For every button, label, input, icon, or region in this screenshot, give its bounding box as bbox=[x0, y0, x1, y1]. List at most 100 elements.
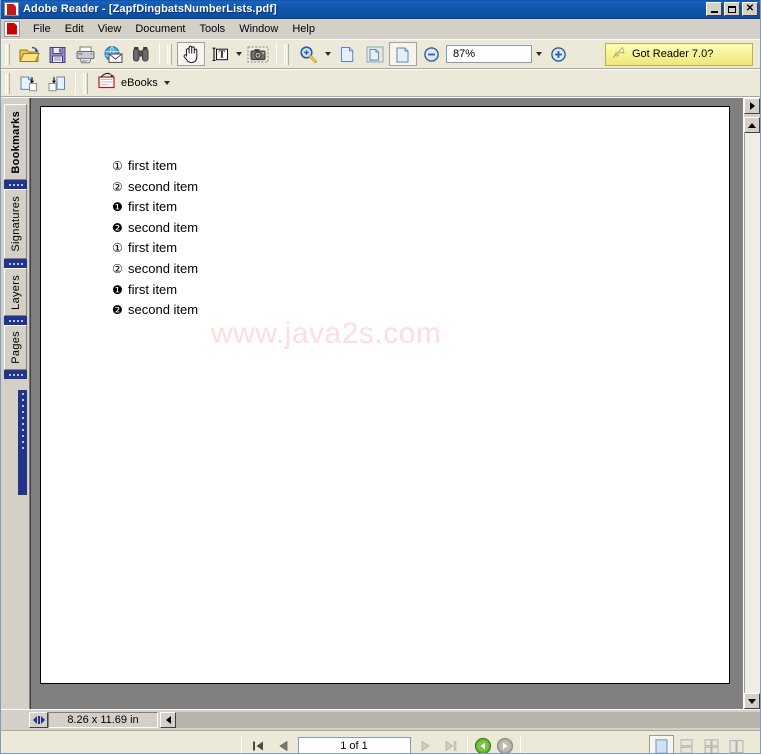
go-back-icon[interactable] bbox=[472, 735, 494, 753]
select-text-dropdown-arrow-icon[interactable] bbox=[233, 43, 244, 65]
sidebar-tab-bookmarks[interactable]: Bookmarks bbox=[4, 104, 27, 180]
list-item: ① first item bbox=[112, 158, 198, 179]
list-item-text: second item bbox=[128, 178, 199, 194]
bottom-navigation-bar: 1 of 1 bbox=[1, 730, 760, 753]
window-title: Adobe Reader - [ZapfDingbatsNumberLists.… bbox=[23, 3, 277, 15]
list-item-text: second item bbox=[128, 302, 199, 318]
sidebar-tab-layers-grip[interactable] bbox=[4, 316, 27, 325]
arrow-cursor-icon bbox=[611, 45, 626, 63]
sidebar-tab-signatures[interactable]: Signatures bbox=[4, 189, 27, 259]
ebooks-button[interactable]: eBooks bbox=[93, 71, 177, 95]
actual-size-icon[interactable] bbox=[333, 42, 361, 66]
watermark: www.java2s.com bbox=[211, 317, 442, 350]
scroll-left-icon[interactable] bbox=[160, 712, 176, 728]
got-reader-label: Got Reader 7.0? bbox=[632, 48, 714, 60]
hand-tool-icon[interactable] bbox=[177, 42, 205, 66]
list-bullet: ① bbox=[112, 159, 123, 173]
toolbar-grip[interactable] bbox=[5, 43, 12, 65]
resize-grip-icon[interactable] bbox=[29, 712, 48, 728]
last-page-icon[interactable] bbox=[438, 735, 463, 753]
list-item-text: second item bbox=[128, 260, 199, 276]
list-item-text: first item bbox=[128, 199, 178, 215]
list-bullet: ❶ bbox=[112, 282, 123, 297]
sidebar-tab-bookmarks-grip[interactable] bbox=[4, 180, 27, 189]
list-item: ② second item bbox=[112, 261, 198, 282]
open-file-icon[interactable] bbox=[15, 42, 43, 66]
list-item: ❷ second item bbox=[112, 220, 198, 241]
menu-item-help[interactable]: Help bbox=[285, 21, 322, 37]
close-button[interactable]: ✕ bbox=[742, 2, 758, 16]
zoom-in-icon[interactable] bbox=[544, 42, 572, 66]
next-view-icon[interactable] bbox=[43, 71, 71, 95]
ebooks-dropdown-arrow-icon[interactable] bbox=[162, 72, 173, 94]
fit-width-icon[interactable] bbox=[389, 42, 417, 66]
email-icon[interactable] bbox=[99, 42, 127, 66]
page-layout-group bbox=[647, 734, 751, 753]
zoom-out-icon[interactable] bbox=[417, 42, 445, 66]
zoom-dropdown-arrow-icon[interactable] bbox=[322, 43, 333, 65]
list-item-text: second item bbox=[128, 219, 199, 235]
document-viewport[interactable]: ① first item ② second item ❶ first item … bbox=[30, 98, 743, 709]
menu-item-tools[interactable]: Tools bbox=[193, 21, 233, 37]
select-text-icon[interactable]: T bbox=[205, 42, 233, 66]
previous-view-icon[interactable] bbox=[15, 71, 43, 95]
status-bar: 8.26 x 11.69 in bbox=[1, 709, 760, 730]
horizontal-scrollbar-track[interactable] bbox=[176, 712, 760, 728]
toolbar-separator bbox=[75, 72, 76, 94]
got-reader-promo-button[interactable]: Got Reader 7.0? bbox=[605, 42, 753, 66]
menu-item-edit[interactable]: Edit bbox=[58, 21, 91, 37]
main-content-area: Bookmarks Signatures Layers Pages ① firs… bbox=[1, 97, 760, 709]
sidebar-splitter[interactable] bbox=[18, 390, 27, 495]
go-forward-icon[interactable] bbox=[494, 735, 516, 753]
zoom-in-magnifier-icon[interactable] bbox=[294, 42, 322, 66]
sidebar-tab-pages[interactable]: Pages bbox=[4, 325, 27, 370]
zoom-level-dropdown-arrow-icon[interactable] bbox=[533, 43, 544, 65]
print-icon[interactable] bbox=[71, 42, 99, 66]
page-number-input[interactable]: 1 of 1 bbox=[297, 737, 411, 753]
sidebar-tab-signatures-grip[interactable] bbox=[4, 259, 27, 268]
list-item-text: first item bbox=[128, 240, 178, 256]
vertical-scrollbar-column bbox=[743, 98, 760, 709]
maximize-button[interactable] bbox=[724, 2, 740, 16]
zoom-level-input[interactable]: 87% bbox=[446, 45, 532, 63]
menu-item-window[interactable]: Window bbox=[232, 21, 285, 37]
previous-page-icon[interactable] bbox=[271, 735, 296, 753]
zoom-control: 87% bbox=[417, 42, 572, 66]
minimize-button[interactable] bbox=[706, 2, 722, 16]
sidebar-tab-signatures-label: Signatures bbox=[9, 196, 22, 252]
sidebar-tab-pages-grip[interactable] bbox=[4, 370, 27, 379]
menu-item-document[interactable]: Document bbox=[128, 21, 192, 37]
menu-item-view[interactable]: View bbox=[91, 21, 129, 37]
page-size-label: 8.26 x 11.69 in bbox=[48, 712, 158, 728]
snapshot-camera-icon[interactable] bbox=[244, 42, 272, 66]
scroll-up-icon[interactable] bbox=[744, 117, 760, 133]
sidebar-tab-layers[interactable]: Layers bbox=[4, 268, 27, 316]
toolbar-separator bbox=[276, 43, 277, 65]
continuous-layout-icon[interactable] bbox=[674, 735, 699, 753]
menu-item-file[interactable]: File bbox=[26, 21, 58, 37]
save-file-icon[interactable] bbox=[43, 42, 71, 66]
list-bullet: ❷ bbox=[112, 220, 123, 235]
expand-right-icon[interactable] bbox=[744, 98, 760, 114]
continuous-facing-layout-icon[interactable] bbox=[724, 735, 749, 753]
list-item: ① first item bbox=[112, 240, 198, 261]
scroll-down-icon[interactable] bbox=[744, 693, 760, 709]
single-page-layout-icon[interactable] bbox=[649, 735, 674, 753]
ebooks-label: eBooks bbox=[121, 77, 158, 89]
search-binoculars-icon[interactable] bbox=[127, 42, 155, 66]
toolbar-grip[interactable] bbox=[167, 43, 174, 65]
facing-layout-icon[interactable] bbox=[699, 735, 724, 753]
vertical-scrollbar-track[interactable] bbox=[744, 133, 760, 693]
fit-page-icon[interactable] bbox=[361, 42, 389, 66]
toolbar-grip[interactable] bbox=[284, 43, 291, 65]
list-item: ❶ first item bbox=[112, 282, 198, 303]
pdf-page: ① first item ② second item ❶ first item … bbox=[40, 106, 730, 684]
toolbar-grip[interactable] bbox=[5, 72, 12, 94]
svg-text:T: T bbox=[219, 49, 226, 60]
pdf-list: ① first item ② second item ❶ first item … bbox=[112, 158, 198, 323]
list-item-text: first item bbox=[128, 158, 178, 173]
list-bullet: ❶ bbox=[112, 200, 123, 215]
first-page-icon[interactable] bbox=[246, 735, 271, 753]
next-page-icon[interactable] bbox=[413, 735, 438, 753]
toolbar-grip[interactable] bbox=[83, 72, 90, 94]
